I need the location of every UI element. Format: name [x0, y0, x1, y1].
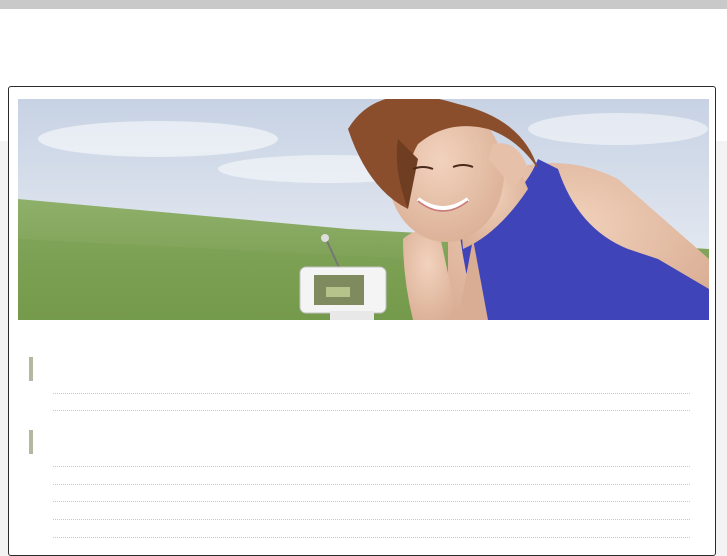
hero-banner [18, 99, 709, 320]
section-bar-icon [29, 357, 33, 381]
list-divider [53, 519, 690, 520]
hero-illustration [18, 99, 709, 320]
content-card [8, 86, 716, 556]
list-divider [53, 466, 690, 467]
section-bar-icon [29, 430, 33, 454]
top-bar [0, 0, 727, 9]
list-divider [53, 410, 690, 411]
list-divider [53, 484, 690, 485]
list-divider [53, 393, 690, 394]
list-divider [53, 501, 690, 502]
list-divider [53, 537, 690, 538]
